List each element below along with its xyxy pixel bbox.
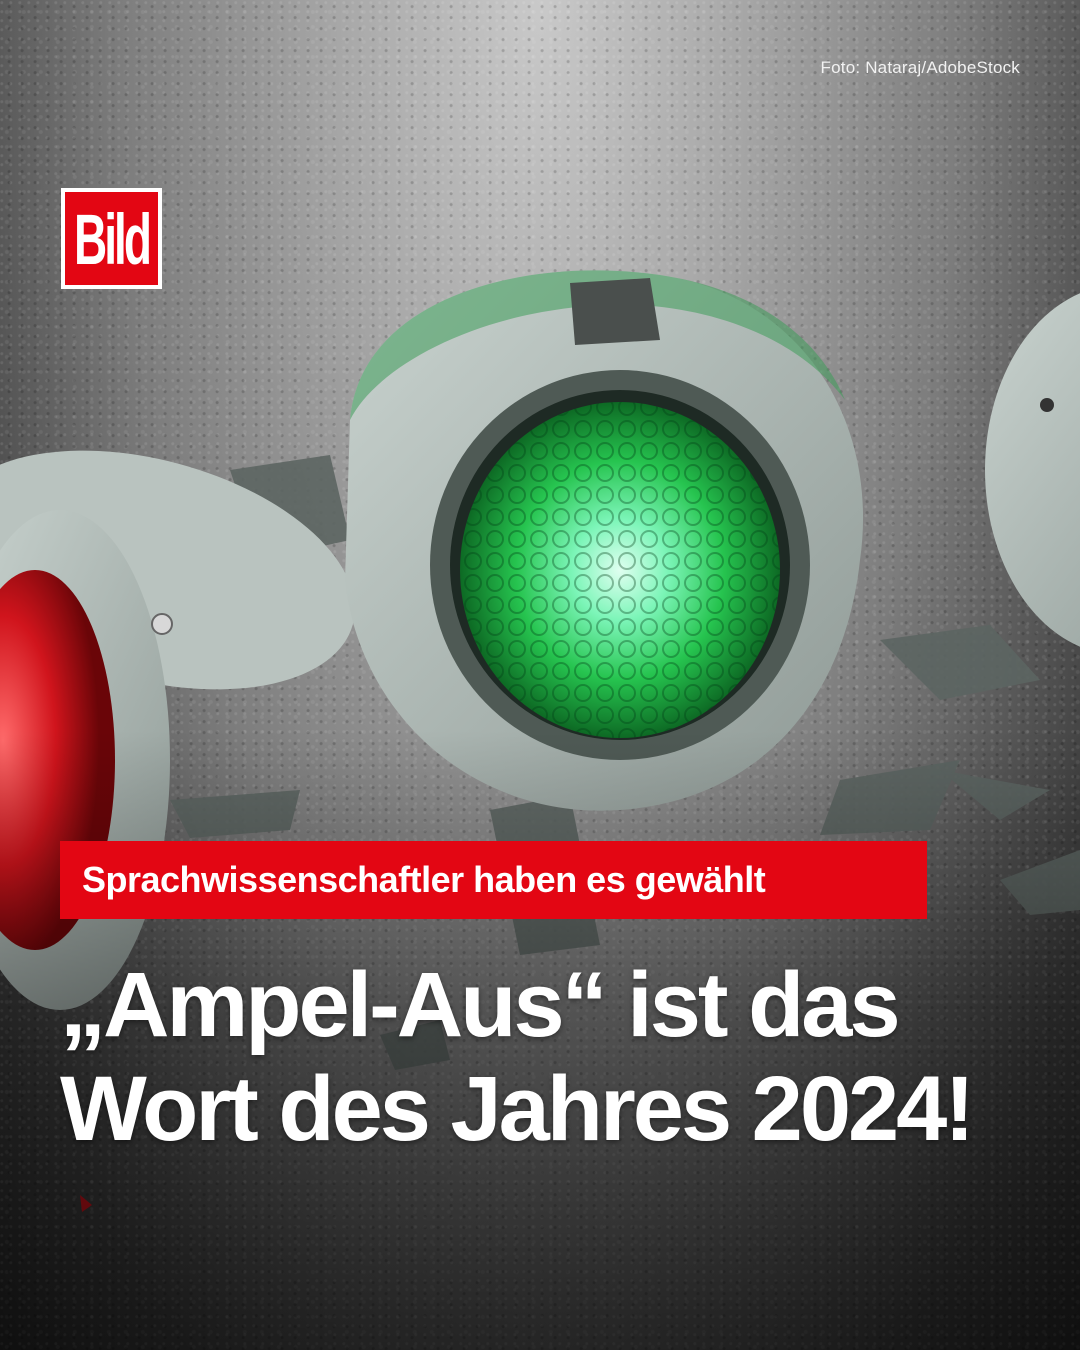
photo-credit: Foto: Nataraj/AdobeStock xyxy=(820,58,1020,77)
headline-line-2: Wort des Jahres 2024! xyxy=(60,1058,975,1160)
headline-line-1: „Ampel-Aus“ ist das xyxy=(60,954,901,1056)
post-image: Foto: Nataraj/AdobeStock Bild Sprachwiss… xyxy=(0,0,1080,1350)
logo-text: Bild xyxy=(74,198,152,279)
kicker-banner: Sprachwissenschaftler haben es gewählt xyxy=(60,841,927,919)
right-traffic-light-housing xyxy=(985,293,1080,647)
bild-logo: Bild xyxy=(61,188,162,289)
kicker-text: Sprachwissenschaftler haben es gewählt xyxy=(82,859,766,900)
headline: „Ampel-Aus“ ist das Wort des Jahres 2024… xyxy=(60,953,1020,1161)
